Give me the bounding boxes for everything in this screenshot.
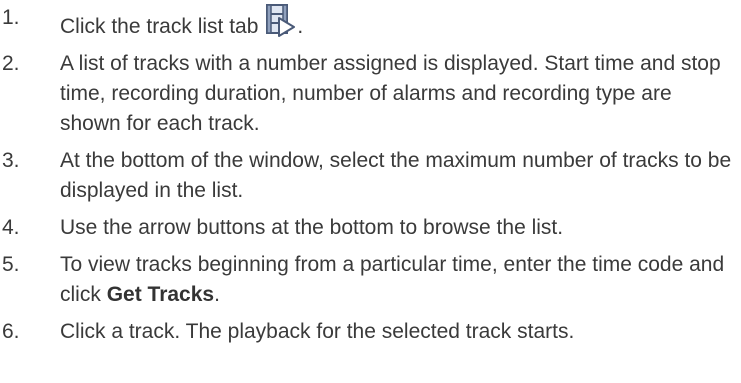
step-5: 5. To view tracks beginning from a parti… (0, 250, 741, 310)
instruction-steps: 1. Click the track list tab . 2. A list … (0, 0, 741, 383)
step-number: 5. (2, 253, 20, 276)
step-1: 1. Click the track list tab . (0, 3, 741, 42)
step-3: 3. At the bottom of the window, select t… (0, 146, 741, 206)
track-list-tab-icon (266, 4, 296, 37)
step-2: 2. A list of tracks with a number assign… (0, 49, 741, 139)
step-number: 3. (2, 149, 20, 172)
step-text-before: Click the track list tab (60, 15, 259, 38)
step-6: 6. Click a track. The playback for the s… (0, 317, 741, 347)
step-text: At the bottom of the window, select the … (60, 149, 732, 202)
step-text: Use the arrow buttons at the bottom to b… (60, 216, 564, 239)
step-number: 4. (2, 216, 20, 239)
step-text: A list of tracks with a number assigned … (60, 52, 721, 135)
step-number: 2. (2, 52, 20, 75)
step-text: To view tracks beginning from a particul… (60, 250, 741, 310)
get-tracks-label: Get Tracks (106, 283, 215, 306)
step-text-after: . (297, 15, 304, 38)
step-4: 4. Use the arrow buttons at the bottom t… (0, 213, 741, 243)
step-number: 1. (2, 6, 20, 29)
step-text-after: . (214, 283, 220, 306)
step-number: 6. (2, 320, 20, 343)
step-text: Click a track. The playback for the sele… (60, 320, 575, 343)
step-text: Click the track list tab . (60, 3, 741, 42)
